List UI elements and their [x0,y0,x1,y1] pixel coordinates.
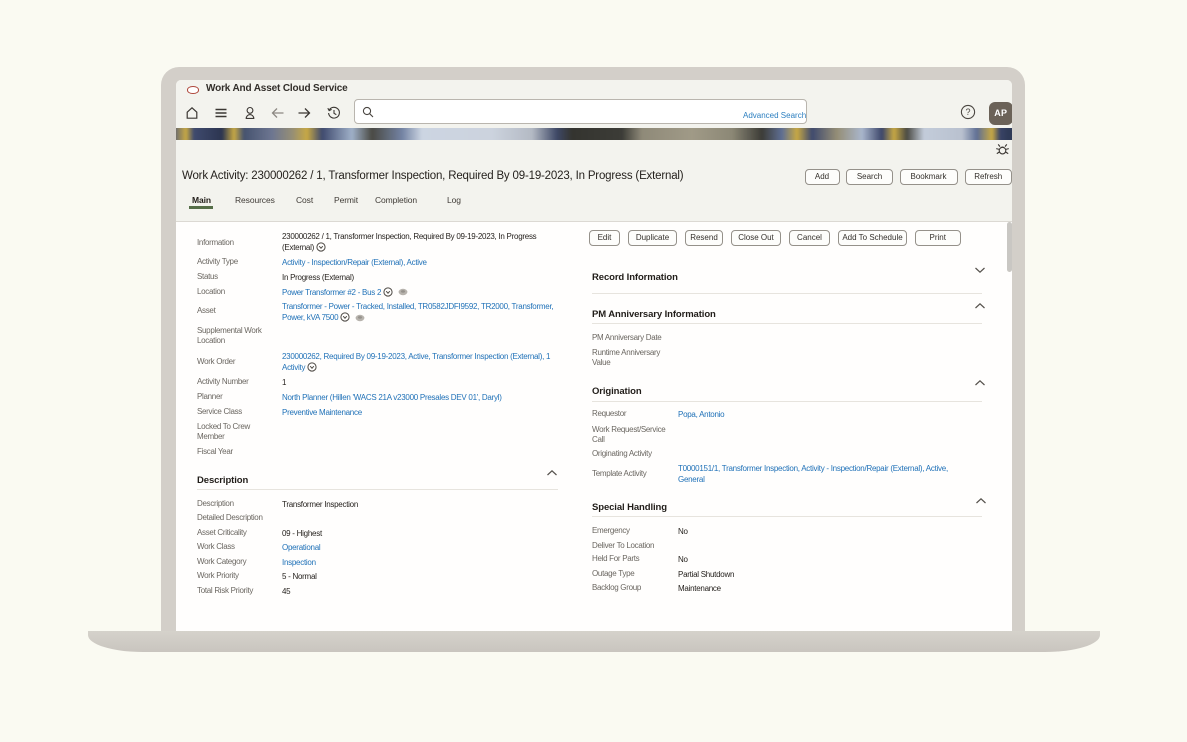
svg-text:?: ? [965,107,970,117]
